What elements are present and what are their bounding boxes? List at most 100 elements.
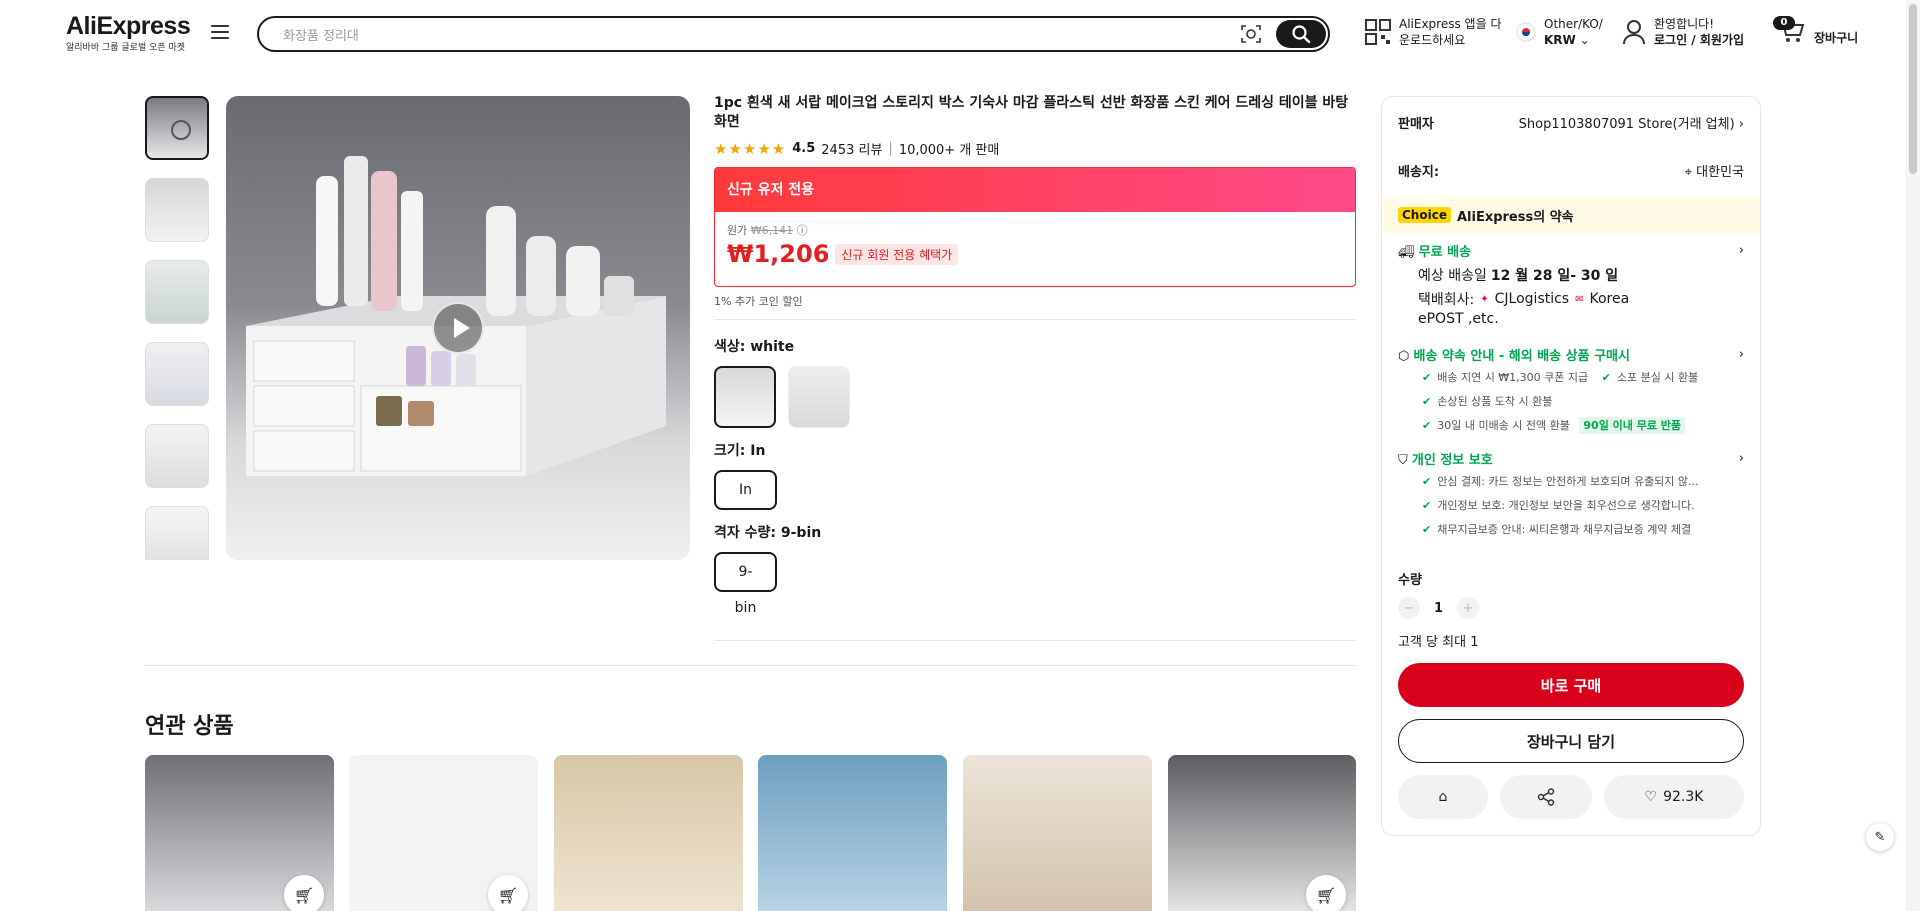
- store-button[interactable]: ⌂: [1398, 775, 1488, 819]
- page-scrollbar[interactable]: [1906, 0, 1920, 911]
- privacy-title: 개인 정보 보호: [1411, 453, 1493, 468]
- eta-prefix: 예상 배송일: [1418, 268, 1487, 284]
- truck-icon: 🚚︎: [1398, 245, 1415, 260]
- edit-icon[interactable]: ✎: [1866, 823, 1894, 851]
- add-to-cart-icon[interactable]: 🛒︎: [488, 875, 528, 911]
- related-product-card[interactable]: 🛒︎: [145, 755, 334, 911]
- ship-to-row[interactable]: 배송지: ⌖ 대한민국: [1398, 161, 1744, 180]
- thumbnail-video[interactable]: [145, 96, 209, 160]
- quantity-limit-row: 고객 당 최대 1: [1398, 631, 1744, 650]
- privacy-row[interactable]: ⛉ 개인 정보 보호 ›: [1398, 449, 1744, 468]
- related-product-card[interactable]: 🛒︎: [1168, 755, 1356, 911]
- color-label: 색상: white: [714, 336, 1356, 356]
- quantity-value[interactable]: 1: [1434, 601, 1443, 616]
- main-product-image[interactable]: [226, 96, 690, 560]
- search-bar[interactable]: 화장품 정리대: [257, 16, 1330, 52]
- promise-line-1: ✔ 배송 지연 시 ₩1,300 쿠폰 지급 ✔ 소포 분실 시 환불: [1422, 369, 1698, 385]
- sold-count: 10,000+ 개 판매: [898, 143, 1000, 158]
- courier-epost: ePOST ,etc.: [1418, 311, 1499, 327]
- share-button[interactable]: [1500, 775, 1592, 819]
- related-products-title: 연관 상품: [145, 714, 234, 739]
- search-button[interactable]: [1276, 20, 1326, 48]
- aliexpress-logo[interactable]: AliExpress 알리바바 그룹 글로벌 오픈 마켓: [66, 12, 191, 53]
- location-pin-icon: ⌖: [1684, 165, 1693, 180]
- privacy-line-3: ✔ 채무지급보증 안내: 씨티은행과 채무지급보증 계약 체결: [1422, 521, 1691, 537]
- app-download[interactable]: AliExpress 앱을 다 운로드하세요: [1365, 16, 1501, 48]
- promise-3: 손상된 상품 도착 시 환불: [1437, 395, 1553, 408]
- grid-option[interactable]: 9-bin: [714, 552, 777, 616]
- add-to-cart-button[interactable]: 장바구니 담기: [1398, 719, 1744, 763]
- star-rating-icon: ★★★★★: [714, 139, 787, 158]
- new-user-promo: 신규 유저 전용 원가 ₩6,141 ⓘ ₩1,206 신규 회원 전용 혜택가: [714, 167, 1356, 287]
- grid-value: 9-bin: [780, 525, 822, 541]
- thumbnail-image[interactable]: [145, 342, 209, 406]
- thumbnail-list: [145, 96, 209, 560]
- thumbnail-image[interactable]: [145, 424, 209, 488]
- header: AliExpress 알리바바 그룹 글로벌 오픈 마켓 화장품 정리대 Ali…: [0, 0, 1920, 66]
- size-label: 크기: In: [714, 440, 1356, 460]
- product-info: 1pc 흰색 새 서랍 메이크업 스토리지 박스 기숙사 마감 플라스틱 선반 …: [714, 94, 1356, 641]
- seller-name[interactable]: Shop1103807091 Store(거래 업체): [1519, 117, 1735, 132]
- free-shipping-row[interactable]: 🚚︎ 무료 배송 ›: [1398, 241, 1744, 260]
- check-icon: ✔: [1601, 371, 1611, 384]
- color-option-set[interactable]: [788, 366, 851, 428]
- box-icon: ⬡: [1398, 349, 1410, 364]
- free-return-tag: 90일 이내 무료 반품: [1579, 417, 1686, 434]
- minus-icon[interactable]: −: [1398, 597, 1420, 619]
- shield-icon: ⛉: [1398, 453, 1408, 468]
- original-price-label: 원가: [727, 224, 748, 237]
- size-option[interactable]: In: [714, 470, 777, 510]
- price-tag: 신규 회원 전용 혜택가: [835, 243, 959, 265]
- info-icon[interactable]: ⓘ: [797, 224, 808, 237]
- choice-promise-bar: Choice AliExpress의 약속: [1382, 197, 1760, 233]
- promise-4: 30일 내 미배송 시 전액 환불: [1437, 419, 1570, 432]
- grid-label: 격자 수량: 9-bin: [714, 522, 1356, 542]
- video-play-button[interactable]: [432, 302, 484, 354]
- ship-to-country[interactable]: 대한민국: [1696, 165, 1744, 180]
- check-icon: ✔: [1422, 523, 1432, 536]
- thumbnail-image[interactable]: [145, 260, 209, 324]
- promise-line-3: ✔ 30일 내 미배송 시 전액 환불 90일 이내 무료 반품: [1422, 417, 1686, 434]
- korea-flag-icon: [1516, 22, 1536, 42]
- chevron-right-icon: ›: [1738, 117, 1744, 132]
- size-value: In: [750, 443, 766, 459]
- courier-row: 택배회사: ✦ CJLogistics ✉ Korea: [1418, 289, 1744, 309]
- original-price: ₩6,141: [750, 224, 794, 237]
- thumbnail-image[interactable]: [145, 506, 209, 560]
- chevron-right-icon: ›: [1738, 243, 1744, 258]
- related-product-card[interactable]: [758, 755, 947, 911]
- region-selector[interactable]: Other/KO/ KRW ⌄: [1516, 16, 1603, 48]
- wishlist-button[interactable]: ♡ 92.3K: [1604, 775, 1744, 819]
- korea-post-logo-icon: ✉: [1575, 293, 1584, 305]
- related-product-card[interactable]: 🛒︎: [349, 755, 538, 911]
- color-label-text: 색상:: [714, 339, 746, 355]
- delivery-promise-row[interactable]: ⬡ 배송 약속 안내 - 해외 배송 상품 구매시 ›: [1398, 345, 1744, 364]
- related-product-card[interactable]: [963, 755, 1152, 911]
- add-to-cart-icon[interactable]: 🛒︎: [284, 875, 324, 911]
- menu-icon[interactable]: [211, 25, 229, 39]
- buy-now-button[interactable]: 바로 구매: [1398, 663, 1744, 707]
- color-option-white[interactable]: [714, 366, 776, 428]
- choice-badge: Choice: [1398, 207, 1451, 223]
- seller-row[interactable]: 판매자 Shop1103807091 Store(거래 업체) ›: [1398, 113, 1744, 132]
- add-to-cart-icon[interactable]: 🛒︎: [1306, 875, 1346, 911]
- search-input[interactable]: 화장품 정리대: [283, 25, 359, 44]
- promo-title: 신규 유저 전용: [715, 168, 1355, 212]
- login-signup-link[interactable]: 로그인 / 회원가입: [1654, 33, 1744, 47]
- scrollbar-thumb[interactable]: [1909, 4, 1917, 174]
- thumbnail-image[interactable]: [145, 178, 209, 242]
- rating-row: ★★★★★ 4.5 2453 리뷰 | 10,000+ 개 판매: [714, 139, 1000, 159]
- welcome-text: 환영합니다!: [1654, 17, 1715, 31]
- store-icon: ⌂: [1438, 789, 1448, 805]
- image-search-icon[interactable]: [1240, 24, 1262, 44]
- purchase-panel: 판매자 Shop1103807091 Store(거래 업체) › 배송지: ⌖…: [1381, 96, 1761, 836]
- plus-icon[interactable]: +: [1457, 597, 1480, 619]
- divider: [714, 640, 1356, 641]
- courier-row-2: ePOST ,etc.: [1418, 311, 1744, 327]
- account-menu[interactable]: 환영합니다! 로그인 / 회원가입: [1622, 16, 1744, 48]
- related-product-card[interactable]: [554, 755, 743, 911]
- privacy-3: 채무지급보증 안내: 씨티은행과 채무지급보증 계약 체결: [1437, 523, 1692, 536]
- review-count[interactable]: 2453 리뷰: [821, 139, 882, 158]
- chevron-right-icon: ›: [1738, 347, 1744, 362]
- free-shipping-label: 무료 배송: [1418, 245, 1472, 260]
